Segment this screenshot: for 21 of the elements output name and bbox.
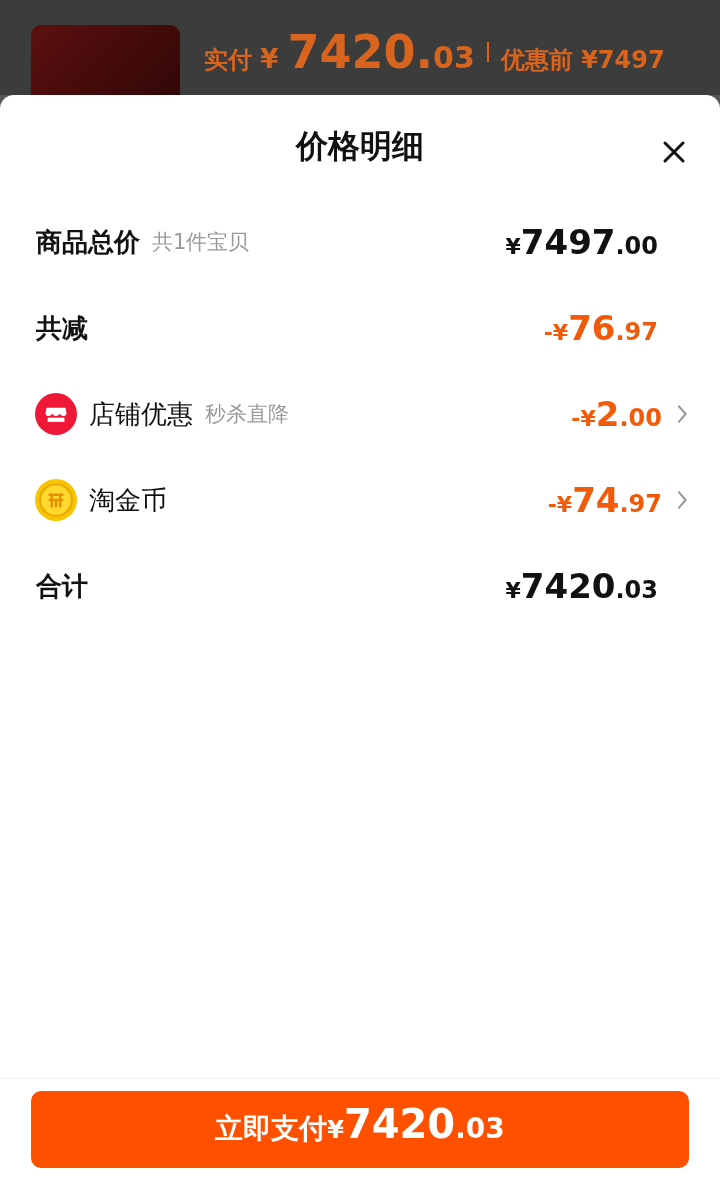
discount-amount: -¥2.00 (571, 394, 662, 434)
row-label: 合计 (36, 569, 88, 603)
row-label: 商品总价 (36, 225, 140, 259)
discount-amount: -¥76.97 (543, 308, 658, 348)
original-price: 优惠前 ¥7497 (500, 45, 665, 76)
close-icon[interactable] (662, 140, 686, 164)
row-label: 店铺优惠 (89, 397, 193, 431)
chevron-right-icon[interactable] (676, 489, 688, 511)
paid-price: 实付 ¥ 7420.03 (204, 25, 475, 79)
row-note: 共1件宝贝 (152, 229, 250, 256)
coin-icon (35, 479, 77, 521)
row-label: 淘金币 (89, 483, 167, 517)
sheet-title: 价格明细 (296, 126, 424, 167)
shop-icon (35, 393, 77, 435)
row-note: 秒杀直降 (205, 401, 289, 428)
discount-amount: -¥74.97 (547, 480, 662, 520)
price-amount: ¥7497.00 (505, 222, 658, 262)
row-label: 共减 (36, 311, 88, 345)
pay-now-button[interactable]: 立即支付¥7420.03 (31, 1091, 689, 1168)
chevron-right-icon[interactable] (676, 403, 688, 425)
price-amount: ¥7420.03 (505, 566, 658, 606)
